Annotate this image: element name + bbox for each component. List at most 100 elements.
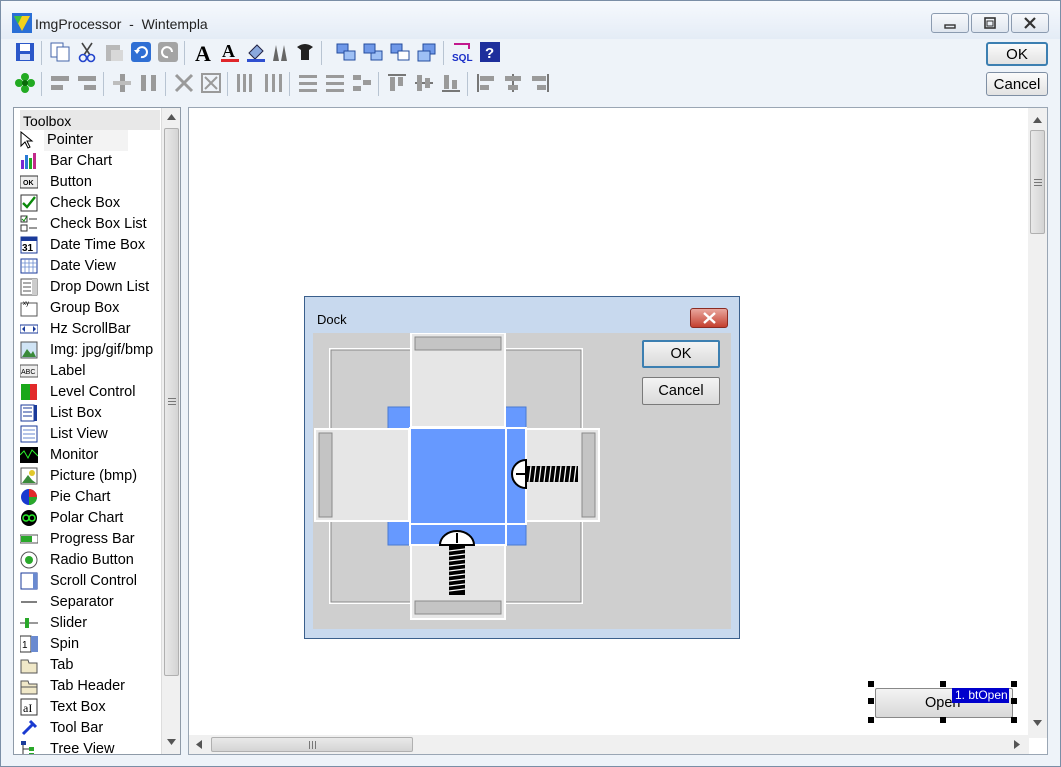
canvas-hscrollbar[interactable]: [189, 735, 1029, 754]
toolbox-item-group-box[interactable]: xy Group Box: [17, 298, 162, 319]
send-back-icon[interactable]: [362, 41, 384, 63]
sql-icon[interactable]: SQL: [451, 41, 473, 63]
maximize-button[interactable]: [971, 13, 1009, 33]
move-icon[interactable]: [416, 41, 438, 63]
toolbox-item-slider[interactable]: Slider: [17, 613, 162, 634]
toolbox-item-check-box-list[interactable]: Check Box List: [17, 214, 162, 235]
scroll-up-icon[interactable]: [167, 114, 176, 120]
toolbox-item-list-view[interactable]: List View: [17, 424, 162, 445]
toolbox-item-button[interactable]: OK Button: [17, 172, 162, 193]
help-icon[interactable]: ?: [479, 41, 501, 63]
align-center-icon[interactable]: [502, 72, 524, 94]
bring-front-icon[interactable]: [335, 41, 357, 63]
space-rows-icon[interactable]: [297, 72, 319, 94]
cut-icon[interactable]: [76, 41, 98, 63]
toolbox-item-date-view[interactable]: Date View: [17, 256, 162, 277]
toolbox-item-radio-button[interactable]: Radio Button: [17, 550, 162, 571]
canvas-vscrollbar[interactable]: [1028, 108, 1047, 738]
toolbox-item-label: Tool Bar: [50, 720, 104, 736]
toolbox-scroll-thumb[interactable]: [164, 128, 179, 676]
align-bottom-icon[interactable]: [440, 72, 462, 94]
toolbox-item-date-time-box[interactable]: 31 Date Time Box: [17, 235, 162, 256]
svg-text:31: 31: [22, 243, 34, 254]
svg-text:SQL: SQL: [452, 53, 473, 63]
dock-cancel-button[interactable]: Cancel: [642, 377, 720, 405]
scroll-down-icon[interactable]: [1033, 720, 1042, 726]
scroll-down-icon[interactable]: [167, 739, 176, 745]
toolbox-item-polar-chart[interactable]: Polar Chart: [17, 508, 162, 529]
pen-icon[interactable]: [269, 41, 291, 63]
redo-icon[interactable]: [157, 41, 179, 63]
canvas-vscroll-thumb[interactable]: [1030, 130, 1045, 234]
toolbox-item-img-jpg-gif-bmp[interactable]: Img: jpg/gif/bmp: [17, 340, 162, 361]
toolbox-item-drop-down-list[interactable]: Drop Down List: [17, 277, 162, 298]
toolbox-item-spin[interactable]: 1 Spin: [17, 634, 162, 655]
selection-handle[interactable]: [940, 681, 946, 687]
app-icon: [12, 13, 32, 33]
font-icon[interactable]: A: [193, 41, 215, 63]
cancel-button[interactable]: Cancel: [986, 72, 1048, 96]
space-rows-2-icon[interactable]: [324, 72, 346, 94]
dock-close-button[interactable]: [690, 308, 728, 328]
scroll-up-icon[interactable]: [1033, 117, 1042, 123]
toolbox-item-list-box[interactable]: List Box: [17, 403, 162, 424]
swap-icon[interactable]: [389, 41, 411, 63]
toolbox-item-tool-bar[interactable]: Tool Bar: [17, 718, 162, 739]
canvas-hscroll-thumb[interactable]: [211, 737, 413, 752]
toolbox-item-label[interactable]: ABC Label: [17, 361, 162, 382]
align-middle-icon[interactable]: [413, 72, 435, 94]
align-top-icon[interactable]: [386, 72, 408, 94]
toolbox-item-bar-chart[interactable]: Bar Chart: [17, 151, 162, 172]
ok-button[interactable]: OK: [986, 42, 1048, 66]
flower-icon[interactable]: [14, 72, 36, 94]
toolbox-item-hz-scrollbar[interactable]: Hz ScrollBar: [17, 319, 162, 340]
undo-icon[interactable]: [130, 41, 152, 63]
align-left-icon[interactable]: [475, 72, 497, 94]
font-color-icon[interactable]: A: [219, 41, 241, 63]
align-right-icon[interactable]: [529, 72, 551, 94]
minimize-button[interactable]: [931, 13, 969, 33]
center-horz-icon[interactable]: [111, 72, 133, 94]
toolbox-scrollbar[interactable]: [161, 108, 180, 754]
toolbox-item-tab[interactable]: Tab: [17, 655, 162, 676]
center-vert-icon[interactable]: [138, 72, 160, 94]
save-icon[interactable]: [14, 41, 36, 63]
toolbox-item-picture-bmp[interactable]: Picture (bmp): [17, 466, 162, 487]
selection-handle[interactable]: [868, 681, 874, 687]
toolbar-separator: [321, 41, 322, 65]
align-right-edges-icon[interactable]: [76, 72, 98, 94]
selection-handle[interactable]: [940, 717, 946, 723]
selection-handle[interactable]: [1011, 698, 1017, 704]
close-button[interactable]: [1011, 13, 1049, 33]
shrink-icon[interactable]: [173, 72, 195, 94]
toolbox-item-separator[interactable]: Separator: [17, 592, 162, 613]
paste-icon[interactable]: [103, 41, 125, 63]
selection-handle[interactable]: [1011, 681, 1017, 687]
scroll-right-icon[interactable]: [1014, 740, 1020, 749]
toolbox-item-progress-bar[interactable]: Progress Bar: [17, 529, 162, 550]
toolbox-item-text-box[interactable]: aI Text Box: [17, 697, 162, 718]
toolbox-item-monitor[interactable]: Monitor: [17, 445, 162, 466]
selection-handle[interactable]: [868, 698, 874, 704]
align-left-edges-icon[interactable]: [49, 72, 71, 94]
expand-icon[interactable]: [200, 72, 222, 94]
space-rows-3-icon[interactable]: [351, 72, 373, 94]
selection-handle[interactable]: [868, 717, 874, 723]
dock-ok-button[interactable]: OK: [642, 340, 720, 368]
space-columns-icon[interactable]: [235, 72, 257, 94]
fill-icon[interactable]: [245, 41, 267, 63]
selection-handle[interactable]: [1011, 717, 1017, 723]
toolbox-item-tree-view[interactable]: Tree View: [17, 739, 162, 754]
space-columns-2-icon[interactable]: [262, 72, 284, 94]
toolbox-item-pie-chart[interactable]: Pie Chart: [17, 487, 162, 508]
title-bar[interactable]: ImgProcessor - Wintempla: [1, 1, 1060, 39]
toolbox-item-scroll-control[interactable]: Scroll Control: [17, 571, 162, 592]
toolbox-item-pointer[interactable]: Pointer: [20, 130, 128, 151]
copy-icon[interactable]: [49, 41, 71, 63]
toolbox-item-tab-header[interactable]: Tab Header: [17, 676, 162, 697]
eraser-icon[interactable]: [294, 41, 316, 63]
scroll-left-icon[interactable]: [196, 740, 202, 749]
toolbox-item-check-box[interactable]: Check Box: [17, 193, 162, 214]
toolbox-item-label: Slider: [50, 615, 88, 631]
toolbox-item-level-control[interactable]: Level Control: [17, 382, 162, 403]
